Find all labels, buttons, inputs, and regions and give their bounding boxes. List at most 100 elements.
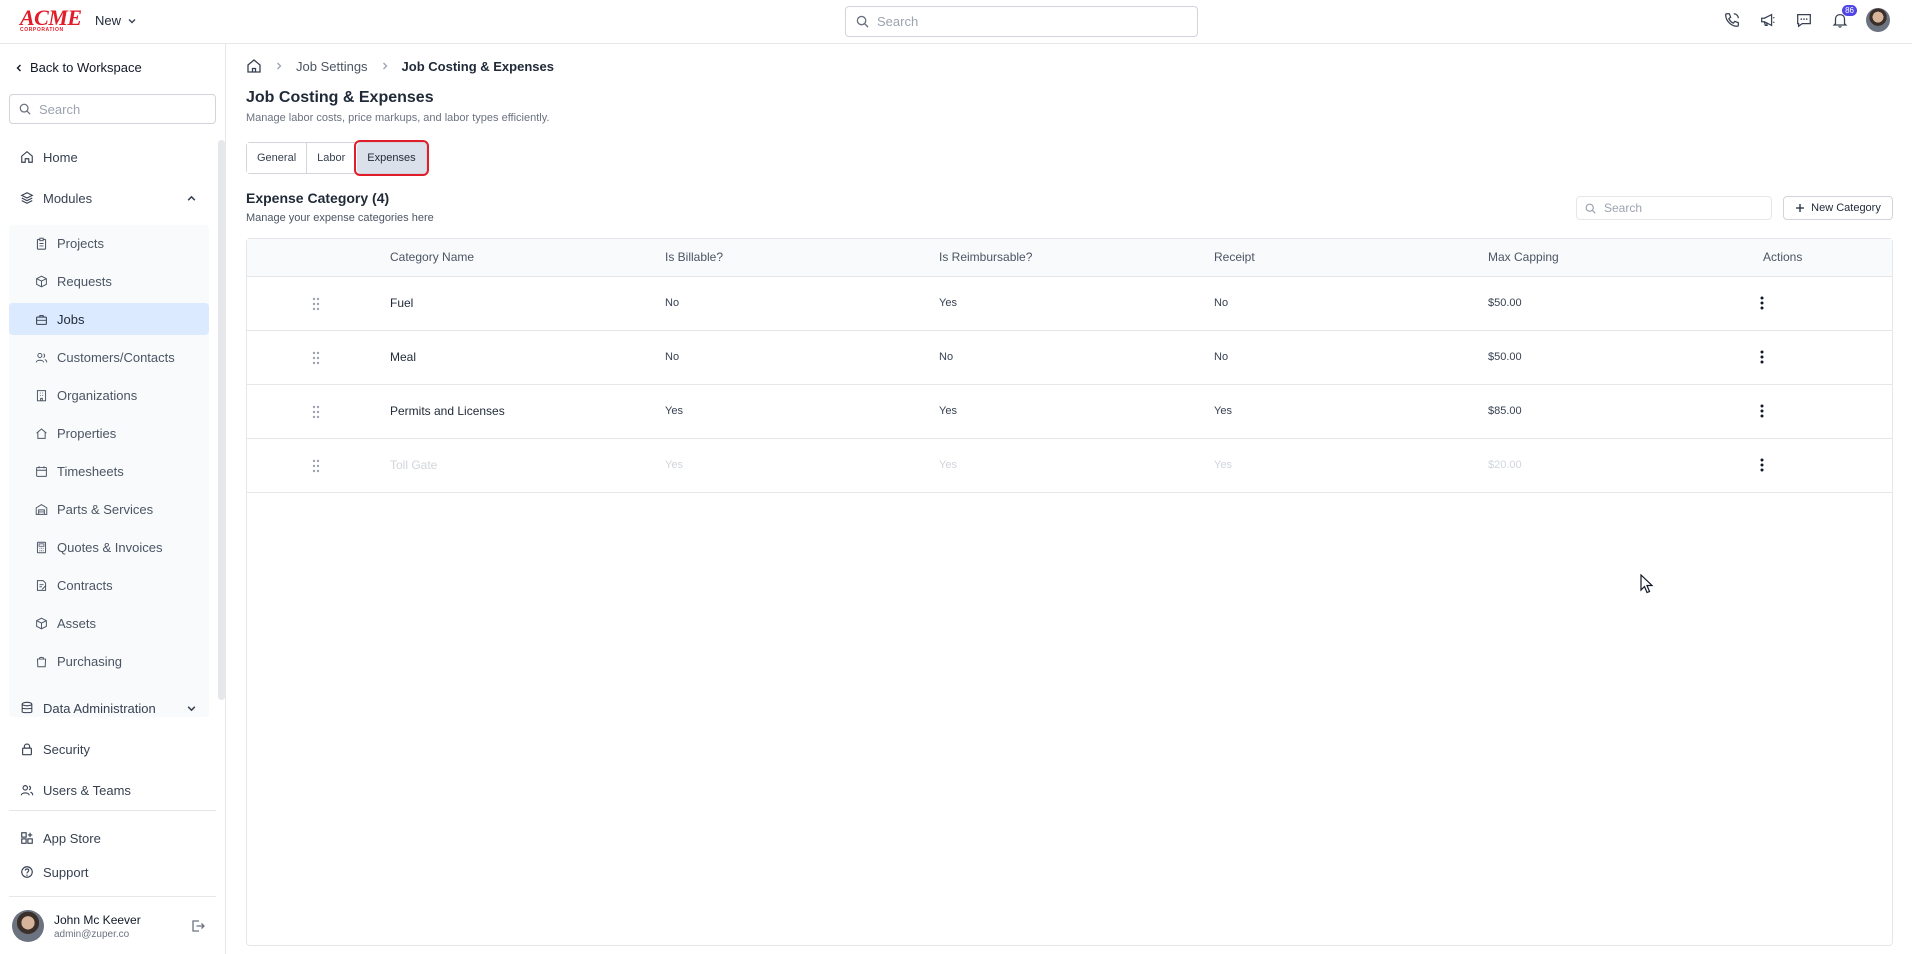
phone-icon[interactable] xyxy=(1722,10,1742,30)
avatar xyxy=(12,910,44,942)
top-bar: ACME CORPORATION New Search 86 xyxy=(0,0,1912,44)
drag-handle-icon[interactable] xyxy=(312,405,320,419)
building-icon xyxy=(36,389,47,401)
calculator-icon xyxy=(36,541,47,553)
max-capping: $50.00 xyxy=(1488,351,1522,363)
sidebar-item-security[interactable]: Security xyxy=(20,739,90,759)
sidebar-item-contracts[interactable]: Contracts xyxy=(9,569,209,601)
new-category-button[interactable]: New Category xyxy=(1783,196,1893,220)
header-is-reimbursable: Is Reimbursable? xyxy=(939,250,1033,264)
help-circle-icon xyxy=(21,866,33,878)
receipt: Yes xyxy=(1214,405,1232,417)
page-title: Job Costing & Expenses xyxy=(246,89,434,106)
category-search-input[interactable]: Search xyxy=(1576,196,1772,220)
search-icon xyxy=(1585,203,1596,214)
receipt: No xyxy=(1214,297,1229,309)
tab-labor[interactable]: Labor xyxy=(307,143,357,173)
back-to-workspace-link[interactable]: Back to Workspace xyxy=(14,60,142,75)
notification-badge: 86 xyxy=(1842,5,1857,16)
sidebar-item-quotes-invoices[interactable]: Quotes & Invoices xyxy=(9,531,209,563)
chevron-up-icon xyxy=(187,195,196,201)
search-icon xyxy=(19,103,31,115)
drag-handle-icon[interactable] xyxy=(312,297,320,311)
breadcrumb-job-settings[interactable]: Job Settings xyxy=(296,59,368,74)
header-receipt: Receipt xyxy=(1214,250,1255,264)
drag-handle-icon[interactable] xyxy=(312,351,320,365)
is-billable: No xyxy=(665,351,680,363)
sidebar-item-purchasing[interactable]: Purchasing xyxy=(9,645,209,677)
page-subtitle: Manage labor costs, price markups, and l… xyxy=(246,112,550,124)
bell-icon[interactable]: 86 xyxy=(1830,5,1857,30)
is-billable: Yes xyxy=(665,459,683,471)
category-name: Toll Gate xyxy=(390,458,438,472)
header-category-name: Category Name xyxy=(390,250,475,264)
sidebar-item-customers-contacts[interactable]: Customers/Contacts xyxy=(9,341,209,373)
user-profile[interactable]: John Mc Keever admin@zuper.co xyxy=(12,910,141,942)
cube-icon xyxy=(36,617,47,629)
users-icon xyxy=(20,785,34,796)
new-dropdown-button[interactable]: New xyxy=(95,13,137,28)
table-row[interactable]: Fuel No Yes No $50.00 xyxy=(247,277,1892,331)
tab-expenses[interactable]: Expenses xyxy=(354,140,429,176)
sidebar-item-jobs[interactable]: Jobs xyxy=(9,303,209,335)
category-name: Meal xyxy=(390,350,417,364)
chevron-down-icon xyxy=(187,705,196,711)
sidebar-item-users-teams[interactable]: Users & Teams xyxy=(20,780,131,800)
receipt: Yes xyxy=(1214,459,1232,471)
modules-submenu: Projects Requests Jobs Customers/Contact… xyxy=(9,225,209,717)
sidebar: Back to Workspace Search Home Modules Pr… xyxy=(0,44,226,954)
sidebar-item-modules[interactable]: Modules xyxy=(20,188,200,208)
sidebar-item-organizations[interactable]: Organizations xyxy=(9,379,209,411)
sidebar-item-parts-services[interactable]: Parts & Services xyxy=(9,493,209,525)
table-header: Category Name Is Billable? Is Reimbursab… xyxy=(247,239,1892,277)
header-max-capping: Max Capping xyxy=(1488,250,1559,264)
clipboard-icon xyxy=(36,237,47,250)
category-name: Permits and Licenses xyxy=(390,404,505,418)
chat-icon[interactable] xyxy=(1794,10,1814,30)
sidebar-item-support[interactable]: Support xyxy=(20,862,89,882)
sidebar-item-projects[interactable]: Projects xyxy=(9,227,209,259)
tab-general[interactable]: General xyxy=(247,143,308,173)
sidebar-item-timesheets[interactable]: Timesheets xyxy=(9,455,209,487)
sidebar-item-properties[interactable]: Properties xyxy=(9,417,209,449)
logout-button[interactable] xyxy=(190,918,206,937)
sidebar-scrollbar[interactable] xyxy=(218,140,225,700)
acme-logo[interactable]: ACME CORPORATION xyxy=(20,7,82,34)
apps-grid-icon xyxy=(21,832,33,844)
contract-icon xyxy=(36,579,47,591)
sidebar-item-data-administration[interactable]: Data Administration xyxy=(20,698,200,718)
lock-icon xyxy=(22,743,32,756)
table-row[interactable]: Permits and Licenses Yes Yes Yes $85.00 xyxy=(247,385,1892,439)
megaphone-icon[interactable] xyxy=(1758,10,1778,30)
sidebar-search-input[interactable]: Search xyxy=(9,94,216,124)
sidebar-item-assets[interactable]: Assets xyxy=(9,607,209,639)
header-is-billable: Is Billable? xyxy=(665,250,724,264)
sidebar-item-app-store[interactable]: App Store xyxy=(20,828,101,848)
drag-handle-icon[interactable] xyxy=(312,459,320,473)
header-actions: Actions xyxy=(1763,250,1803,264)
more-vertical-icon[interactable] xyxy=(1760,404,1764,418)
is-billable: Yes xyxy=(665,405,683,417)
table-row[interactable]: Toll Gate Yes Yes Yes $20.00 xyxy=(247,439,1892,493)
is-reimbursable: Yes xyxy=(939,297,957,309)
table-row[interactable]: Meal No No No $50.00 xyxy=(247,331,1892,385)
sidebar-item-home[interactable]: Home xyxy=(20,147,78,167)
more-vertical-icon[interactable] xyxy=(1760,458,1764,472)
warehouse-icon xyxy=(35,503,48,515)
users-icon xyxy=(35,352,48,363)
is-reimbursable: No xyxy=(939,351,954,363)
section-subtitle: Manage your expense categories here xyxy=(246,212,434,224)
home-icon xyxy=(21,151,33,163)
receipt: No xyxy=(1214,351,1229,363)
chevron-left-icon xyxy=(16,64,21,71)
home-icon[interactable] xyxy=(246,58,262,74)
category-name: Fuel xyxy=(390,296,414,310)
global-search-input[interactable]: Search xyxy=(845,6,1198,37)
more-vertical-icon[interactable] xyxy=(1760,350,1764,364)
more-vertical-icon[interactable] xyxy=(1760,296,1764,310)
section-title: Expense Category (4) xyxy=(246,190,390,206)
house-icon xyxy=(36,427,47,439)
sidebar-item-requests[interactable]: Requests xyxy=(9,265,209,297)
user-avatar[interactable] xyxy=(1866,8,1890,32)
database-icon xyxy=(21,701,33,714)
